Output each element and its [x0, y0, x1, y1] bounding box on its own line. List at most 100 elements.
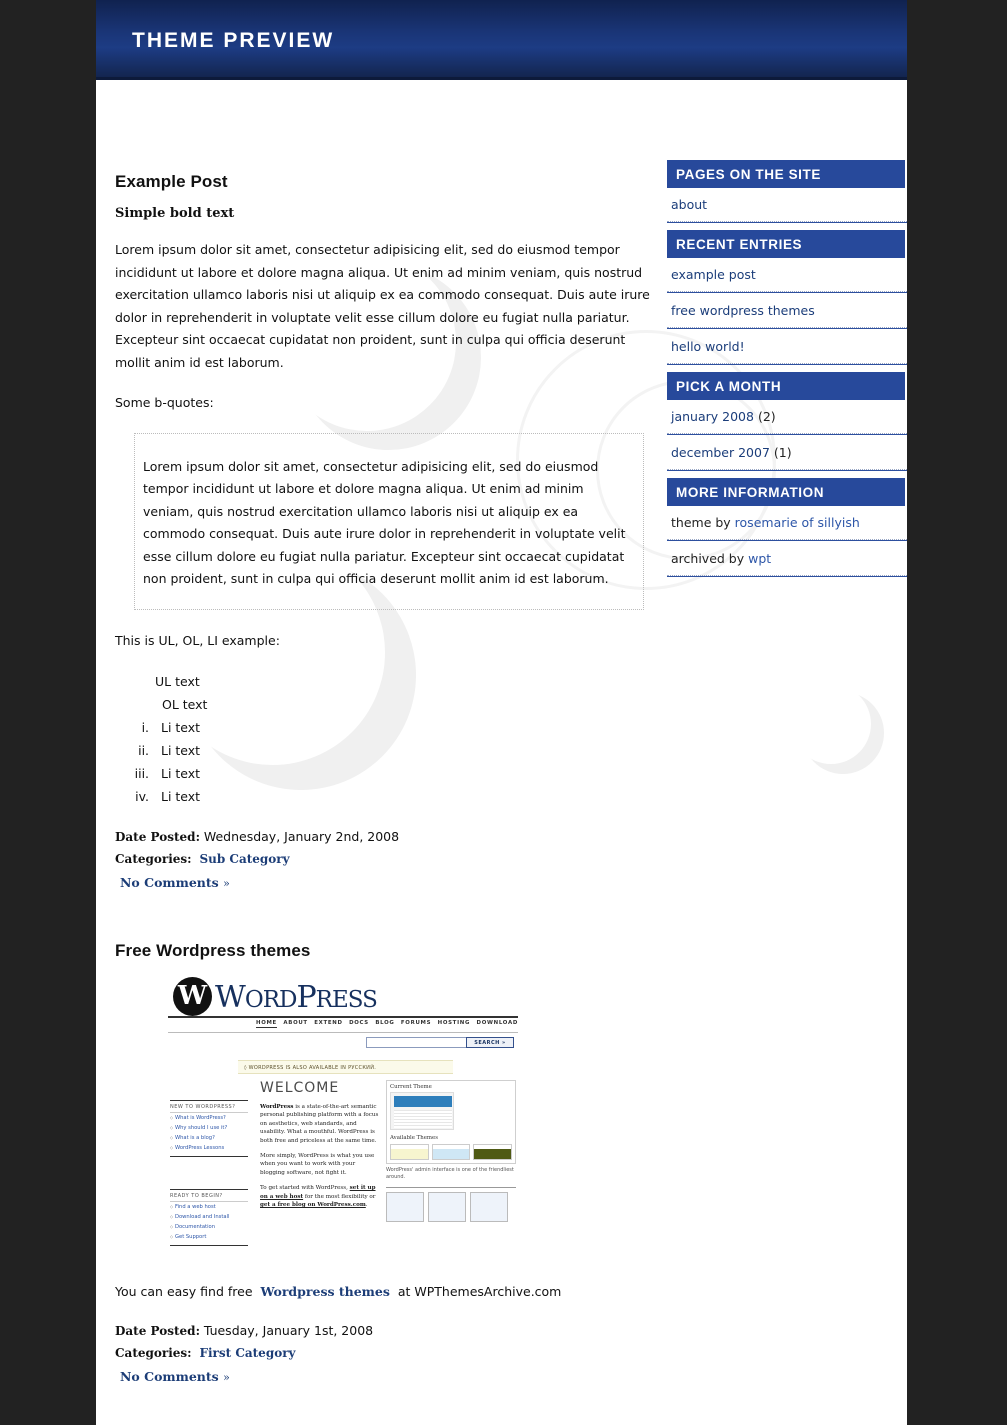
wp-nav-extend[interactable]: EXTEND: [314, 1020, 342, 1028]
archive-row: december 2007 (1): [667, 436, 907, 469]
widget-list: about: [667, 188, 907, 222]
wp-nav-blog[interactable]: BLOG: [375, 1020, 394, 1028]
post-title[interactable]: Free Wordpress themes: [115, 941, 660, 961]
wm-ress: RESS: [315, 987, 378, 1013]
category-link[interactable]: Sub Category: [199, 852, 289, 866]
wp-link-free-blog[interactable]: get a free blog on WordPress.com: [260, 1202, 366, 1208]
widget-list: example post free wordpress themes hello…: [667, 258, 907, 364]
site-header: THEME PREVIEW: [96, 0, 907, 80]
list-item: archived by wpt: [667, 542, 907, 576]
wp-welcome-heading: WELCOME: [260, 1080, 340, 1096]
watermark-crescent-3: [791, 684, 884, 774]
sidebar-link-about[interactable]: about: [667, 188, 907, 221]
widget-pages: PAGES ON THE SITE about: [667, 160, 907, 222]
wp-paragraph-3: To get started with WordPress, set it up…: [260, 1184, 380, 1209]
wp-theme-panel: Current Theme Available Themes: [386, 1080, 516, 1164]
credit-row: archived by wpt: [667, 542, 907, 575]
wp-nav-home[interactable]: HOME: [256, 1020, 277, 1028]
list-item: example post: [667, 258, 907, 292]
wp-nav-hosting[interactable]: HOSTING: [438, 1020, 471, 1028]
wp-screenshot-thumbs: [386, 1192, 516, 1222]
wp-language-notice: ◊ WORDPRESS IS ALSO AVAILABLE IN РУССКИЙ…: [238, 1060, 453, 1074]
widget-title: MORE INFORMATION: [667, 478, 907, 506]
categories-line: Categories: First Category: [115, 1344, 660, 1362]
list-intro: This is UL, OL, LI example:: [115, 632, 280, 648]
wp-side-link[interactable]: WordPress Lessons: [170, 1143, 248, 1153]
wp-side-link[interactable]: Why should I use it?: [170, 1123, 248, 1133]
wm-ord: ORD: [244, 987, 298, 1013]
categories-label: Categories:: [115, 852, 192, 866]
widget-title: PAGES ON THE SITE: [667, 160, 907, 188]
credit-lead: theme by: [671, 515, 731, 530]
comments-line: No Comments »: [120, 872, 660, 891]
wp-side-heading: READY TO BEGIN?: [170, 1189, 248, 1202]
sidebar-link-hello-world[interactable]: hello world!: [667, 330, 907, 363]
wp-swatch: [390, 1144, 429, 1160]
archiver-link[interactable]: wpt: [748, 551, 771, 566]
wp-side-link[interactable]: Get Support: [170, 1232, 248, 1242]
wp-side-link[interactable]: Documentation: [170, 1222, 248, 1232]
caption-before: You can easy find free: [115, 1284, 253, 1299]
wp-nav-docs[interactable]: DOCS: [349, 1020, 369, 1028]
post-title[interactable]: Example Post: [115, 172, 660, 192]
categories-label: Categories:: [115, 1345, 192, 1360]
wp-swatch: [473, 1144, 513, 1160]
unordered-list: UL text: [115, 670, 660, 693]
wp-side-link[interactable]: What is WordPress?: [170, 1113, 248, 1123]
wp-paragraph-1: WordPress is a state-of-the-art semantic…: [260, 1103, 380, 1145]
list-item: free wordpress themes: [667, 294, 907, 328]
blockquote: Lorem ipsum dolor sit amet, consectetur …: [134, 432, 644, 610]
wp-nav-download[interactable]: DOWNLOAD: [477, 1020, 518, 1028]
post-meta: Date Posted: Tuesday, January 1st, 2008 …: [115, 1322, 660, 1385]
wp-p3-c: .: [365, 1202, 368, 1209]
blockquote-text: Lorem ipsum dolor sit amet, consectetur …: [143, 458, 626, 587]
wp-paragraph-2: More simply, WordPress is what you use w…: [260, 1153, 375, 1176]
wp-main-column: WELCOME WordPress is a state-of-the-art …: [260, 1080, 380, 1209]
wp-panel-caption: WordPress' admin interface is one of the…: [386, 1167, 514, 1180]
wp-side-link[interactable]: What is a blog?: [170, 1133, 248, 1143]
category-link[interactable]: First Category: [199, 1346, 295, 1360]
widget-recent-entries: RECENT ENTRIES example post free wordpre…: [667, 230, 907, 364]
wp-right-column: Current Theme Available Themes WordPress…: [386, 1080, 516, 1222]
date-value: Tuesday, January 1st, 2008: [203, 1322, 374, 1338]
widget-title: PICK A MONTH: [667, 372, 907, 400]
site-title: THEME PREVIEW: [132, 29, 335, 52]
wm-p: P: [296, 980, 316, 1015]
wp-nav-forums[interactable]: FORUMS: [401, 1020, 431, 1028]
sidebar-link-december-2007[interactable]: december 2007: [671, 445, 770, 460]
date-line: Date Posted: Wednesday, January 2nd, 200…: [115, 828, 660, 846]
list-item: UL text: [155, 674, 200, 689]
widget-list: theme by rosemarie of sillyish archived …: [667, 506, 907, 576]
date-line: Date Posted: Tuesday, January 1st, 2008: [115, 1322, 660, 1340]
date-label: Date Posted:: [115, 1323, 200, 1338]
sidebar-link-january-2008[interactable]: january 2008: [671, 409, 754, 424]
main-content: Example Post Simple bold text Lorem ipsu…: [115, 160, 660, 1425]
post-meta: Date Posted: Wednesday, January 2nd, 200…: [115, 828, 660, 891]
divider: [168, 1016, 518, 1018]
sidebar-link-example-post[interactable]: example post: [667, 258, 907, 291]
wp-thumb: [428, 1192, 466, 1222]
arrow-icon: »: [223, 1370, 230, 1384]
wp-brand-bold: WordPress: [260, 1104, 294, 1110]
wp-p3-a: To get started with WordPress,: [260, 1185, 350, 1192]
post-paragraph: Lorem ipsum dolor sit amet, consectetur …: [115, 242, 650, 370]
list-item: Li text: [153, 739, 660, 762]
wordpress-themes-link[interactable]: Wordpress themes: [260, 1284, 389, 1299]
theme-author-link[interactable]: rosemarie of sillyish: [735, 515, 860, 530]
wp-side-link[interactable]: Find a web host: [170, 1202, 248, 1212]
wp-side-link[interactable]: Download and Install: [170, 1212, 248, 1222]
wp-theme-thumbnail: [390, 1092, 454, 1130]
sidebar-link-free-wordpress-themes[interactable]: free wordpress themes: [667, 294, 907, 327]
arrow-icon: »: [223, 877, 230, 890]
wp-thumb: [470, 1192, 508, 1222]
list-item: about: [667, 188, 907, 222]
comments-label: No Comments: [120, 875, 219, 890]
comments-link[interactable]: No Comments »: [120, 875, 230, 890]
list-item: Li text: [153, 716, 660, 739]
comments-link[interactable]: No Comments »: [120, 1369, 230, 1384]
date-value: Wednesday, January 2nd, 2008: [203, 829, 400, 844]
wp-swatch: [431, 1144, 471, 1160]
wp-nav-about[interactable]: ABOUT: [283, 1020, 307, 1028]
wp-search-button[interactable]: SEARCH »: [466, 1037, 514, 1048]
